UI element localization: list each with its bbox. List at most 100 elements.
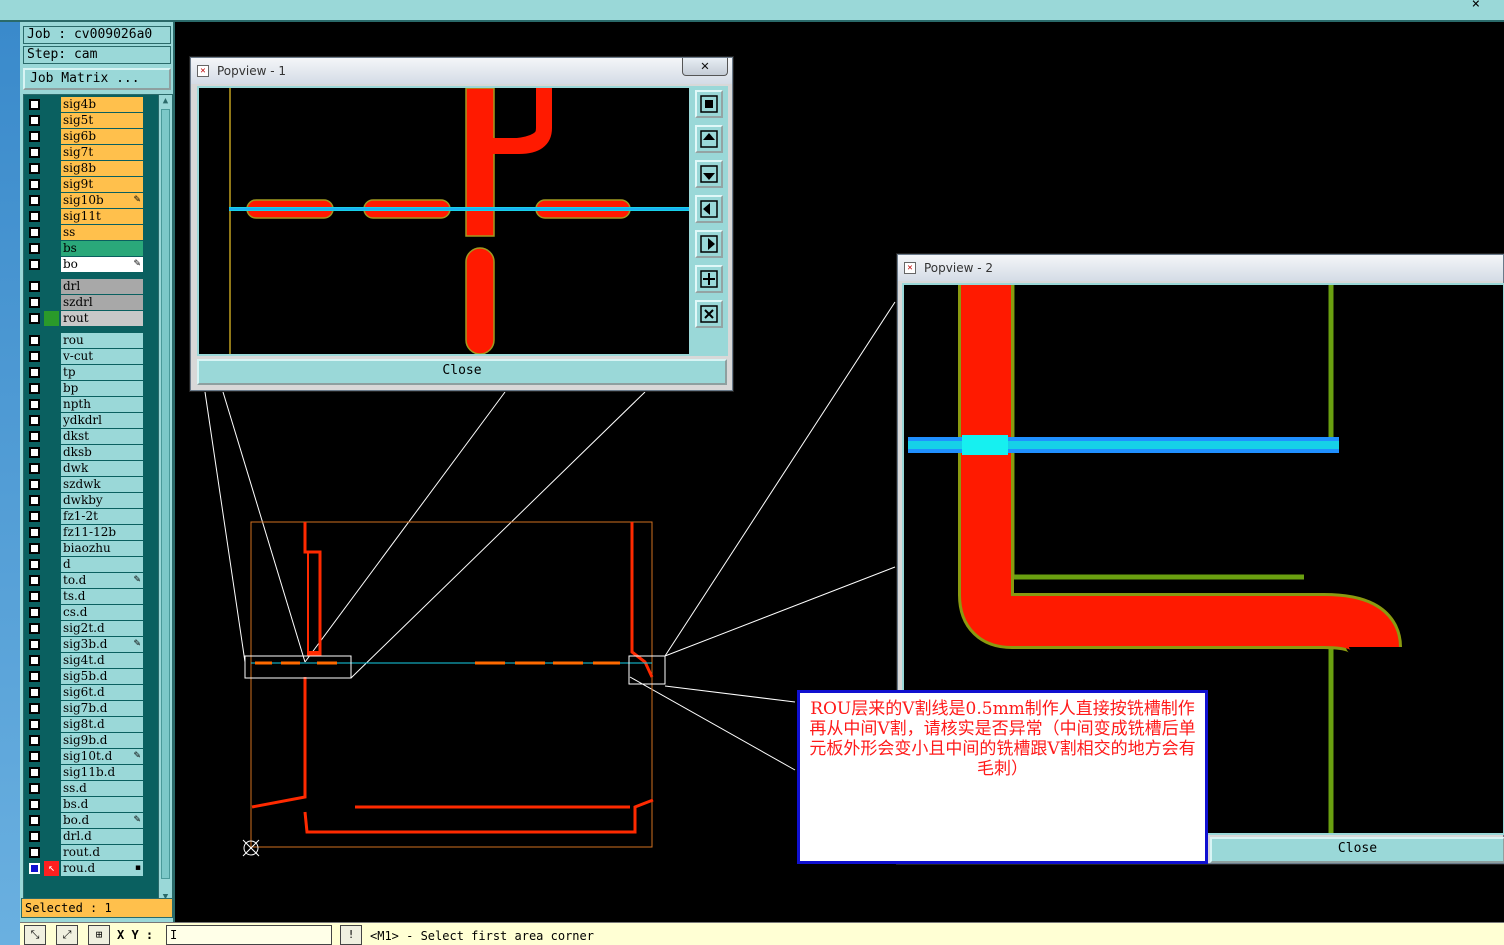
- layer-row[interactable]: to.d ✎: [26, 573, 144, 588]
- layer-row[interactable]: drl.d: [26, 829, 144, 844]
- layer-row[interactable]: sig7t: [26, 145, 144, 160]
- layer-row[interactable]: biaozhu: [26, 541, 144, 556]
- layer-affected-marker[interactable]: [44, 541, 59, 556]
- layer-checkbox[interactable]: [29, 783, 40, 794]
- layer-checkbox[interactable]: [29, 367, 40, 378]
- layer-affected-marker[interactable]: [44, 97, 59, 112]
- layer-affected-marker[interactable]: [44, 493, 59, 508]
- layer-name[interactable]: cs.d: [61, 605, 143, 620]
- layer-row[interactable]: bo ✎: [26, 257, 144, 272]
- layer-checkbox[interactable]: [29, 863, 40, 874]
- layer-checkbox[interactable]: [29, 335, 40, 346]
- layer-checkbox[interactable]: [29, 447, 40, 458]
- layer-checkbox[interactable]: [29, 511, 40, 522]
- layer-row[interactable]: sig4b: [26, 97, 144, 112]
- layer-name[interactable]: sig2t.d: [61, 621, 143, 636]
- layer-row[interactable]: sig7b.d: [26, 701, 144, 716]
- layer-affected-marker[interactable]: [44, 845, 59, 860]
- layer-checkbox[interactable]: [29, 591, 40, 602]
- layer-name[interactable]: sig5t: [61, 113, 143, 128]
- layer-affected-marker[interactable]: [44, 797, 59, 812]
- layer-affected-marker[interactable]: [44, 525, 59, 540]
- layer-name[interactable]: sig8t.d: [61, 717, 143, 732]
- layer-checkbox[interactable]: [29, 751, 40, 762]
- layer-checkbox[interactable]: [29, 527, 40, 538]
- layer-affected-marker[interactable]: [44, 193, 59, 208]
- xy-input[interactable]: I: [166, 925, 332, 945]
- popview-1-canvas[interactable]: [197, 86, 691, 356]
- layer-checkbox[interactable]: [29, 313, 40, 324]
- layer-checkbox[interactable]: [29, 179, 40, 190]
- layer-affected-marker[interactable]: [44, 413, 59, 428]
- layer-name[interactable]: ss.d: [61, 781, 143, 796]
- layer-row[interactable]: dksb: [26, 445, 144, 460]
- layer-name[interactable]: biaozhu: [61, 541, 143, 556]
- layer-affected-marker[interactable]: [44, 573, 59, 588]
- layer-row[interactable]: rou: [26, 333, 144, 348]
- layer-affected-marker[interactable]: [44, 461, 59, 476]
- layer-row[interactable]: szdwk: [26, 477, 144, 492]
- layer-checkbox[interactable]: [29, 351, 40, 362]
- layer-row[interactable]: ts.d: [26, 589, 144, 604]
- select-tool-icon[interactable]: ⤡: [24, 925, 46, 945]
- layer-name[interactable]: sig11t: [61, 209, 143, 224]
- layer-name[interactable]: drl.d: [61, 829, 143, 844]
- layer-name[interactable]: dwk: [61, 461, 143, 476]
- layer-row[interactable]: dwk: [26, 461, 144, 476]
- zoom-home-icon[interactable]: [695, 90, 723, 118]
- layer-affected-marker[interactable]: [44, 669, 59, 684]
- layer-checkbox[interactable]: [29, 655, 40, 666]
- layer-name[interactable]: v-cut: [61, 349, 143, 364]
- layer-checkbox[interactable]: [29, 831, 40, 842]
- layer-name[interactable]: d: [61, 557, 143, 572]
- layer-name[interactable]: sig4b: [61, 97, 143, 112]
- layer-checkbox[interactable]: [29, 575, 40, 586]
- layer-name[interactable]: rou.d ▪: [61, 861, 143, 876]
- layer-row[interactable]: dwkby: [26, 493, 144, 508]
- layer-checkbox[interactable]: [29, 163, 40, 174]
- layer-affected-marker[interactable]: [44, 733, 59, 748]
- layer-affected-marker[interactable]: [44, 589, 59, 604]
- layer-affected-marker[interactable]: [44, 257, 59, 272]
- layer-row[interactable]: bo.d ✎: [26, 813, 144, 828]
- layer-row[interactable]: cs.d: [26, 605, 144, 620]
- layer-checkbox[interactable]: [29, 815, 40, 826]
- layer-affected-marker[interactable]: [44, 145, 59, 160]
- layer-row[interactable]: sig10t.d ✎: [26, 749, 144, 764]
- layer-row[interactable]: d: [26, 557, 144, 572]
- layer-checkbox[interactable]: [29, 115, 40, 126]
- layer-name[interactable]: sig5b.d: [61, 669, 143, 684]
- layer-row[interactable]: ss: [26, 225, 144, 240]
- layer-name[interactable]: dksb: [61, 445, 143, 460]
- layer-affected-marker[interactable]: [44, 829, 59, 844]
- layer-affected-marker[interactable]: [44, 621, 59, 636]
- layer-name[interactable]: sig7b.d: [61, 701, 143, 716]
- layer-row[interactable]: dkst: [26, 429, 144, 444]
- alert-icon[interactable]: !: [340, 925, 362, 945]
- layer-affected-marker[interactable]: [44, 509, 59, 524]
- layer-row[interactable]: sig3b.d ✎: [26, 637, 144, 652]
- layer-checkbox[interactable]: [29, 431, 40, 442]
- layer-affected-marker[interactable]: [44, 429, 59, 444]
- layer-affected-marker[interactable]: [44, 653, 59, 668]
- pan-down-icon[interactable]: [695, 160, 723, 188]
- layer-row[interactable]: sig10b ✎: [26, 193, 144, 208]
- scroll-thumb[interactable]: [161, 109, 170, 879]
- layer-affected-marker[interactable]: [44, 781, 59, 796]
- layer-row[interactable]: npth: [26, 397, 144, 412]
- layer-affected-marker[interactable]: [44, 381, 59, 396]
- layer-affected-marker[interactable]: [44, 717, 59, 732]
- scroll-up-icon[interactable]: ▲: [160, 95, 171, 107]
- layer-affected-marker[interactable]: [44, 279, 59, 294]
- layer-row[interactable]: bs: [26, 241, 144, 256]
- layer-checkbox[interactable]: [29, 463, 40, 474]
- measure-tool-icon[interactable]: ⤢: [56, 925, 78, 945]
- layer-checkbox[interactable]: [29, 735, 40, 746]
- layer-checkbox[interactable]: [29, 297, 40, 308]
- layer-checkbox[interactable]: [29, 399, 40, 410]
- layer-checkbox[interactable]: [29, 479, 40, 490]
- layer-name[interactable]: to.d ✎: [61, 573, 143, 588]
- layer-name[interactable]: dkst: [61, 429, 143, 444]
- popview-1-close-icon[interactable]: ✕: [682, 58, 728, 76]
- layer-affected-marker[interactable]: [44, 295, 59, 310]
